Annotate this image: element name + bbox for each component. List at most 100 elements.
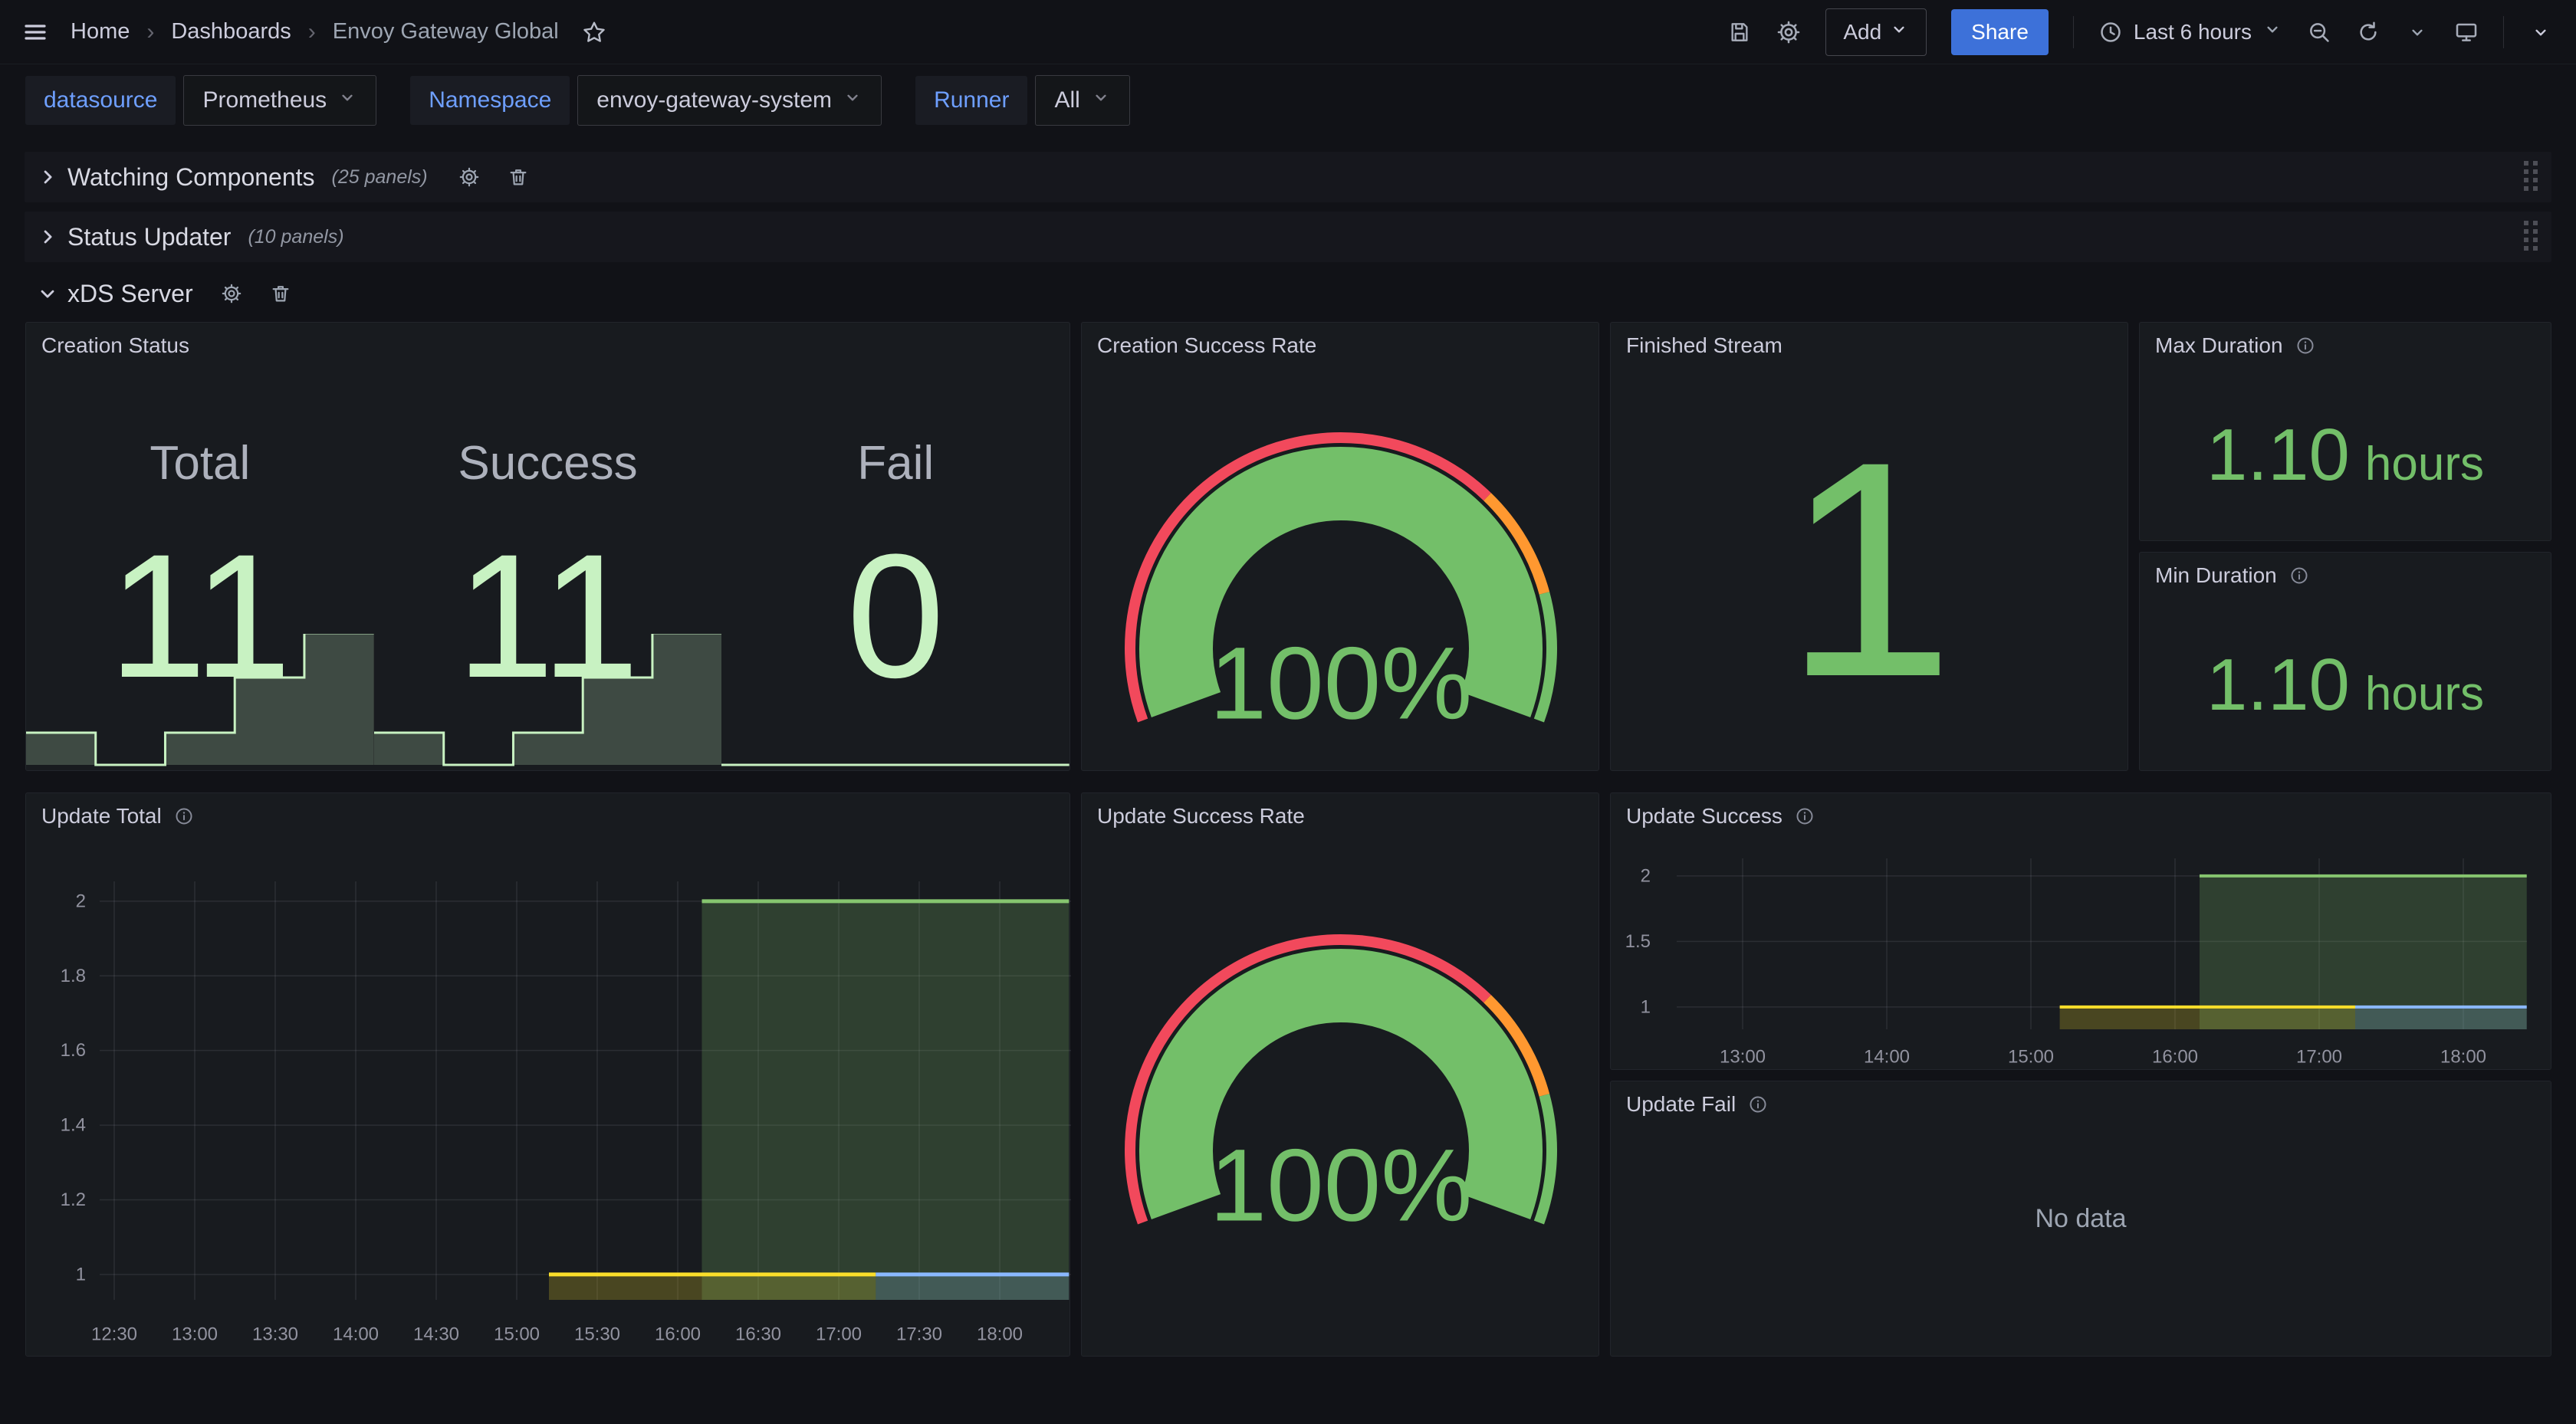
panel-title[interactable]: Finished Stream	[1626, 333, 1783, 358]
chevron-down-icon	[37, 283, 58, 304]
svg-text:2: 2	[76, 891, 86, 911]
row-delete-icon[interactable]	[508, 166, 529, 188]
creation-status-stats: Total 11 Success 11 Fail 0	[26, 323, 1070, 770]
divider	[2503, 16, 2504, 48]
panel-update-success-rate: Update Success Rate 100%	[1081, 792, 1599, 1357]
dashboard-settings-icon[interactable]	[1776, 20, 1801, 44]
clock-icon	[2098, 20, 2123, 44]
row-settings-icon[interactable]	[221, 283, 242, 304]
info-icon[interactable]	[2295, 336, 2315, 356]
row-delete-icon[interactable]	[270, 283, 291, 304]
save-dashboard-icon[interactable]	[1727, 20, 1752, 44]
row-status-updater[interactable]: Status Updater (10 panels)	[25, 212, 2551, 262]
svg-text:1.2: 1.2	[61, 1189, 86, 1210]
namespace-variable-select[interactable]: envoy-gateway-system	[577, 75, 882, 126]
panel-creation-status: Creation Status Total 11 Success 11 Fail…	[25, 322, 1070, 771]
breadcrumb-separator: ›	[308, 19, 316, 45]
time-range-label: Last 6 hours	[2134, 20, 2252, 44]
panel-update-success: Update Success 11.5213:0014:0015:0016:00…	[1610, 792, 2551, 1070]
svg-text:15:00: 15:00	[494, 1324, 540, 1345]
top-navbar: Home › Dashboards › Envoy Gateway Global…	[0, 0, 2576, 64]
datasource-variable-label[interactable]: datasource	[25, 76, 176, 125]
min-duration-value: 1.10 hours	[2140, 626, 2551, 749]
svg-text:16:30: 16:30	[735, 1324, 781, 1345]
svg-text:16:00: 16:00	[655, 1324, 701, 1345]
chevron-down-icon	[1889, 19, 1909, 44]
info-icon[interactable]	[2289, 566, 2309, 586]
toolbar-more-chevron-icon[interactable]	[2528, 20, 2553, 44]
svg-text:1.5: 1.5	[1625, 931, 1651, 952]
timeseries-chart: 11.5213:0014:0015:0016:0017:0018:00	[1611, 793, 2552, 1071]
panel-title[interactable]: Update Fail	[1626, 1092, 1768, 1117]
stat-sparkline	[374, 634, 722, 769]
panel-title[interactable]: Min Duration	[2155, 563, 2309, 588]
time-range-picker[interactable]: Last 6 hours	[2098, 19, 2282, 44]
svg-text:14:00: 14:00	[1864, 1047, 1910, 1068]
panel-title[interactable]: Creation Success Rate	[1097, 333, 1316, 358]
chevron-right-icon	[37, 226, 58, 248]
svg-text:1: 1	[1641, 996, 1651, 1017]
svg-text:15:30: 15:30	[574, 1324, 620, 1345]
row-settings-icon[interactable]	[458, 166, 480, 188]
svg-text:14:30: 14:30	[413, 1324, 459, 1345]
star-icon[interactable]	[582, 20, 606, 44]
max-duration-value: 1.10 hours	[2140, 396, 2551, 519]
datasource-variable-select[interactable]: Prometheus	[183, 75, 376, 126]
refresh-interval-chevron-icon[interactable]	[2405, 20, 2430, 44]
no-data-message: No data	[1611, 1081, 2551, 1356]
panel-min-duration: Min Duration 1.10 hours	[2139, 552, 2551, 771]
row-drag-handle-icon[interactable]	[2521, 159, 2541, 196]
finished-stream-value: 1	[1784, 416, 1954, 723]
add-button[interactable]: Add	[1825, 8, 1927, 56]
svg-text:17:00: 17:00	[816, 1324, 862, 1345]
info-icon[interactable]	[174, 806, 194, 826]
info-icon[interactable]	[1795, 806, 1815, 826]
refresh-icon[interactable]	[2356, 20, 2380, 44]
chevron-right-icon	[37, 166, 58, 188]
panel-update-fail: Update Fail No data	[1610, 1081, 2551, 1357]
stat-sparkline	[26, 634, 374, 769]
panel-title[interactable]: Update Total	[41, 804, 194, 828]
timeseries-chart: 11.21.41.61.8212:3013:0013:3014:0014:301…	[26, 793, 1071, 1357]
svg-text:13:30: 13:30	[252, 1324, 298, 1345]
row-xds-server[interactable]: xDS Server	[25, 268, 2551, 319]
variables-bar: datasource Prometheus Namespace envoy-ga…	[25, 75, 1130, 126]
zoom-out-icon[interactable]	[2307, 20, 2331, 44]
gauge-chart: 100%	[1082, 793, 1600, 1357]
stat-label: Fail	[857, 438, 934, 490]
divider	[2073, 16, 2074, 48]
row-watching-components[interactable]: Watching Components (25 panels)	[25, 152, 2551, 202]
row-panel-count: (25 panels)	[332, 166, 428, 189]
stat-success: Success 11	[374, 323, 722, 770]
panel-creation-success-rate: Creation Success Rate 100%	[1081, 322, 1599, 771]
svg-text:1.6: 1.6	[61, 1040, 86, 1061]
namespace-variable-label[interactable]: Namespace	[410, 76, 570, 125]
stat-sparkline	[721, 634, 1070, 769]
stat-total: Total 11	[26, 323, 374, 770]
share-button[interactable]: Share	[1951, 9, 2049, 55]
svg-text:16:00: 16:00	[2152, 1047, 2198, 1068]
row-title: Status Updater	[67, 223, 231, 251]
svg-text:15:00: 15:00	[2008, 1047, 2054, 1068]
row-panel-count: (10 panels)	[248, 226, 343, 248]
breadcrumb-dashboards[interactable]: Dashboards	[171, 19, 291, 44]
runner-variable-select[interactable]: All	[1035, 75, 1129, 126]
share-button-label: Share	[1971, 20, 2029, 44]
runner-variable-label[interactable]: Runner	[915, 76, 1027, 125]
row-drag-handle-icon[interactable]	[2521, 218, 2541, 256]
panel-finished-stream: Finished Stream 1	[1610, 322, 2128, 771]
svg-text:1: 1	[76, 1264, 86, 1285]
info-icon[interactable]	[1748, 1094, 1768, 1114]
svg-text:1.8: 1.8	[61, 966, 86, 986]
breadcrumb-home[interactable]: Home	[71, 19, 130, 44]
menu-icon[interactable]	[23, 20, 48, 44]
panel-title[interactable]: Update Success Rate	[1097, 804, 1305, 828]
panel-title[interactable]: Creation Status	[41, 333, 189, 358]
stat-label: Success	[458, 438, 637, 490]
breadcrumb-current: Envoy Gateway Global	[333, 19, 559, 44]
runner-variable-value: All	[1054, 87, 1079, 113]
panel-title[interactable]: Update Success	[1626, 804, 1815, 828]
stat-fail: Fail 0	[721, 323, 1070, 770]
panel-title[interactable]: Max Duration	[2155, 333, 2315, 358]
kiosk-mode-icon[interactable]	[2454, 20, 2479, 44]
